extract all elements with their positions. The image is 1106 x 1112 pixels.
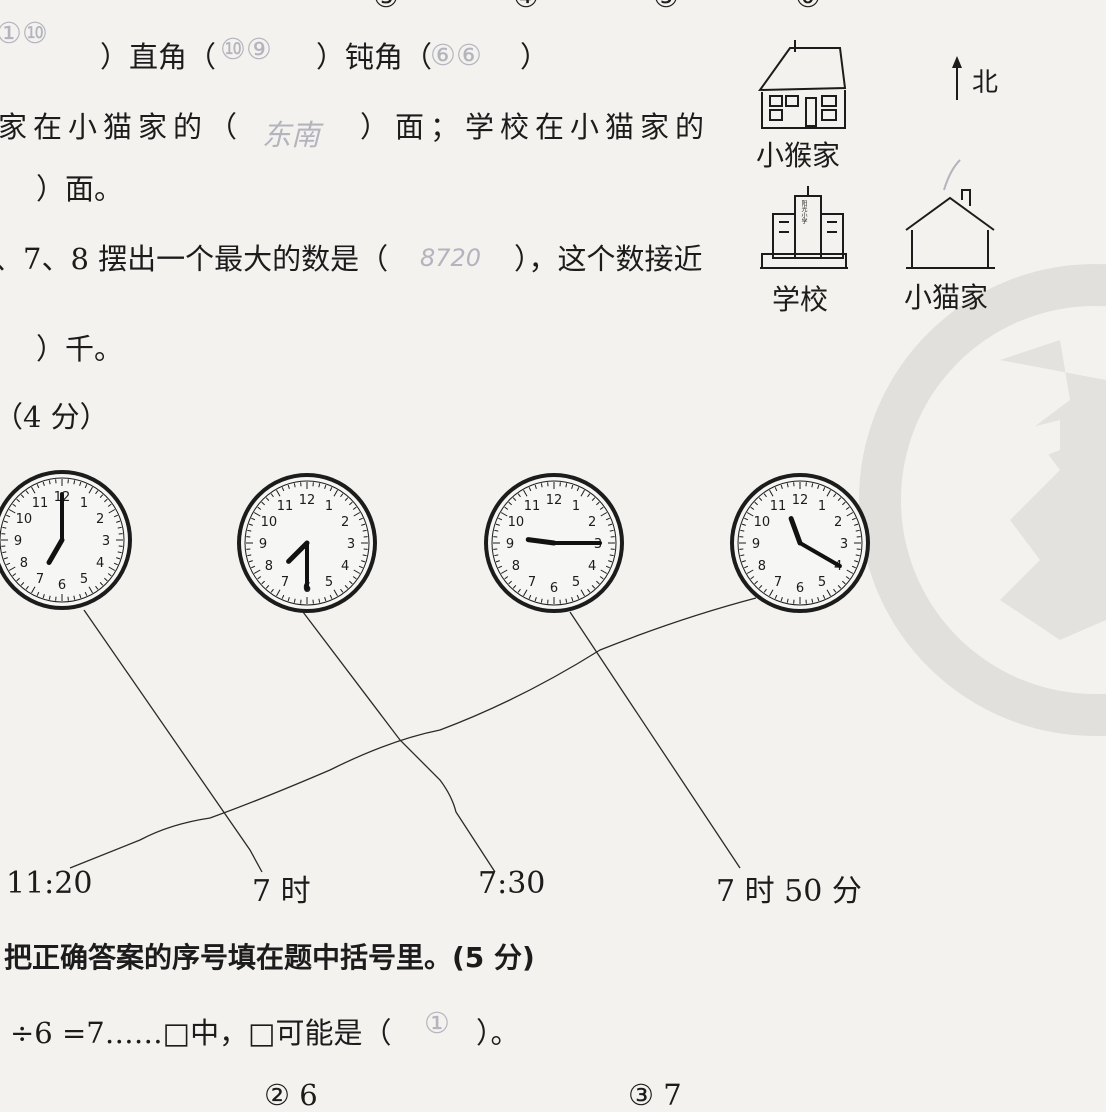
clock-number: 2 [96,512,104,527]
clock-number: 10 [754,515,771,530]
match-line [570,612,740,868]
clock-number: 9 [506,537,514,552]
clock-number: 5 [80,572,88,587]
time-label: 7:30 [478,866,545,901]
choice-section-title: 把正确答案的序号填在题中括号里。(5 分) [4,936,535,976]
clock-number: 11 [277,499,294,514]
clock-number: 12 [546,493,563,508]
clock-number: 3 [347,537,355,552]
clock-number: 5 [818,575,826,590]
time-label: 11:20 [6,866,92,901]
clock-number: 9 [14,534,22,549]
clock-number: 8 [512,559,520,574]
clock-number: 3 [102,534,110,549]
hour-hand [528,540,554,543]
clock-number: 1 [572,499,580,514]
clock-number: 2 [341,515,349,530]
clock-number: 1 [818,499,826,514]
clock-number: 2 [588,515,596,530]
clock-number: 10 [261,515,278,530]
clock-number: 10 [16,512,33,527]
match-line [70,598,756,868]
time-label: 7 时 50 分 [716,866,862,910]
clock-number: 12 [299,493,316,508]
clock-number: 4 [588,559,596,574]
clock-number: 8 [20,556,28,571]
clock-number: 5 [572,575,580,590]
choice-question-text: ÷6 =7……□中，□可能是（ [10,1010,392,1052]
handwritten-answer: ① [424,1006,450,1040]
choice-question-text: ）。 [476,1010,520,1052]
clock-face: 121234567891011 [239,475,375,611]
clock-number: 8 [758,559,766,574]
clock-number: 7 [281,575,289,590]
match-line [84,610,262,872]
clock-number: 10 [508,515,525,530]
clock-number: 7 [774,575,782,590]
clock-number: 5 [325,575,333,590]
match-line [303,612,495,872]
clock-number: 12 [792,493,809,508]
clock-number: 6 [58,578,66,593]
clock-number: 11 [524,499,541,514]
clock-face: 121234567891011 [0,472,130,608]
clock-number: 4 [341,559,349,574]
clock-face: 121234567891011 [486,475,622,611]
clock-number: 1 [325,499,333,514]
clock-number: 9 [259,537,267,552]
clock-number: 7 [528,575,536,590]
clock-number: 1 [80,496,88,511]
choice-option: ③ 7 [628,1078,682,1112]
choice-option: ② 6 [264,1078,318,1112]
clock-number: 6 [796,581,804,596]
clock-number: 3 [840,537,848,552]
clock-number: 7 [36,572,44,587]
clock-number: 11 [770,499,787,514]
clock-number: 8 [265,559,273,574]
clock-number: 2 [834,515,842,530]
time-label: 7 时 [252,866,311,910]
clock-number: 6 [550,581,558,596]
clock-number: 11 [32,496,49,511]
clock-number: 9 [752,537,760,552]
clock-face: 121234567891011 [732,475,868,611]
clock-number: 4 [96,556,104,571]
